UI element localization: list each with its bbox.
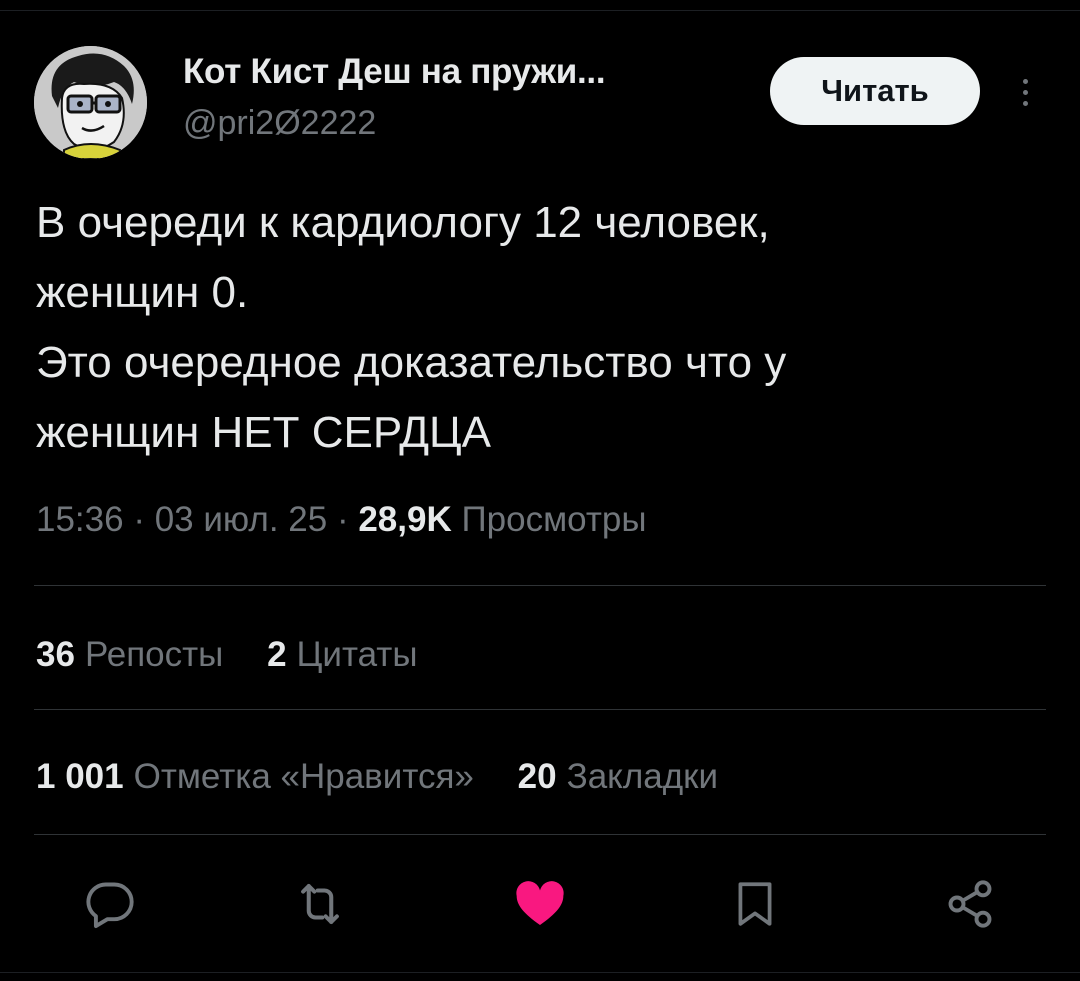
speech-bubble-icon [86, 882, 134, 929]
reposts-label: Репосты [84, 635, 224, 674]
bottom-divider [0, 972, 1080, 973]
top-divider [0, 10, 1080, 11]
divider [34, 709, 1046, 710]
stats-row-reposts: 36 Репосты 2 Цитаты [36, 635, 452, 675]
like-button[interactable] [510, 874, 570, 934]
vertical-ellipsis-icon [1022, 78, 1028, 84]
quotes-count: 2 [267, 635, 287, 674]
bookmarks-stat[interactable]: 20 Закладки [518, 757, 718, 796]
follow-button[interactable]: Читать [770, 57, 980, 125]
quotes-stat[interactable]: 2 Цитаты [267, 635, 417, 674]
tweet-date[interactable]: 03 июл. 25 [155, 500, 328, 539]
avatar-icon [34, 46, 147, 159]
follow-button-label: Читать [821, 73, 929, 108]
tweet-line: Это очередное доказательство что у [36, 338, 787, 387]
likes-count: 1 001 [36, 757, 124, 796]
views-label: Просмотры [461, 500, 647, 539]
tweet-text: В очереди к кардиологу 12 человек, женщи… [36, 188, 1046, 468]
divider [34, 834, 1046, 835]
views-count: 28,9K [358, 500, 452, 539]
bookmark-button[interactable] [725, 874, 785, 934]
reposts-count: 36 [36, 635, 75, 674]
bookmark-icon [738, 882, 772, 926]
meta-separator: · [133, 500, 145, 539]
stats-row-likes: 1 001 Отметка «Нравится» 20 Закладки [36, 757, 752, 797]
reposts-stat[interactable]: 36 Репосты [36, 635, 223, 674]
bookmarks-count: 20 [517, 757, 557, 796]
meta-separator: · [336, 500, 349, 539]
action-bar [0, 862, 1080, 942]
tweet-page: Кот Кист Деш на пружи... @pri2Ø2222 Чита… [0, 0, 1080, 981]
author-name[interactable]: Кот Кист Деш на пружи... [183, 52, 606, 92]
bookmarks-label: Закладки [566, 757, 719, 796]
heart-icon [516, 881, 564, 925]
likes-label: Отметка «Нравится» [133, 757, 474, 796]
share-nodes-icon [948, 880, 992, 928]
repost-arrows-icon [301, 883, 339, 925]
reply-button[interactable] [80, 874, 140, 934]
tweet-line: женщин 0. [36, 268, 249, 317]
tweet-line: женщин НЕТ СЕРДЦА [36, 408, 491, 457]
divider [34, 585, 1046, 586]
ellipsis-dot [1022, 89, 1028, 95]
ellipsis-dot [1022, 100, 1028, 106]
likes-stat[interactable]: 1 001 Отметка «Нравится» [36, 757, 474, 796]
quotes-label: Цитаты [296, 635, 418, 674]
repost-button[interactable] [290, 874, 350, 934]
share-button[interactable] [940, 874, 1000, 934]
tweet-line: В очереди к кардиологу 12 человек, [36, 198, 770, 247]
author-handle[interactable]: @pri2Ø2222 [183, 104, 376, 143]
tweet-time[interactable]: 15:36 [36, 500, 124, 539]
avatar[interactable] [34, 46, 147, 159]
tweet-meta: 15:36 · 03 июл. 25 · 28,9K Просмотры [36, 500, 646, 540]
more-options-button[interactable] [1008, 70, 1042, 114]
